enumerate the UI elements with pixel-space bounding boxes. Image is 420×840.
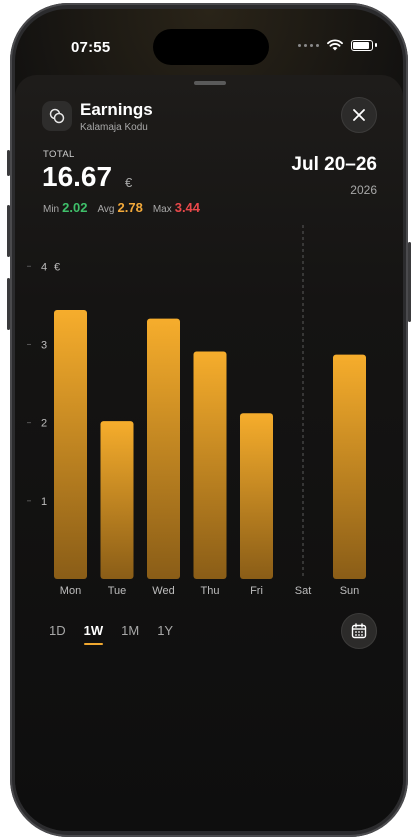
date-year: 2026 — [350, 183, 377, 197]
bar-tue[interactable] — [100, 421, 134, 579]
stat-avg: Avg 2.78 — [97, 200, 142, 215]
bar-wed[interactable] — [147, 318, 180, 579]
stat-min-value: 2.02 — [62, 200, 88, 215]
coins-icon — [42, 101, 72, 131]
battery-cap — [375, 43, 377, 47]
range-1w[interactable]: 1W — [83, 623, 103, 645]
sheet-grabber[interactable] — [194, 81, 226, 85]
x-tick-label: Tue — [108, 585, 127, 597]
close-icon — [353, 109, 365, 121]
y-tick-label: 4 — [41, 261, 47, 273]
date-range: Jul 20–26 — [291, 154, 377, 175]
range-1m[interactable]: 1M — [121, 623, 139, 642]
stat-avg-value: 2.78 — [117, 200, 143, 215]
earnings-sheet: Earnings Kalamaja Kodu TOTAL 16.67 € Jul… — [15, 75, 403, 831]
range-selector: 1D 1W 1M 1Y — [49, 623, 173, 645]
phone-volume-down — [7, 278, 10, 330]
bar-mon[interactable] — [54, 310, 87, 579]
y-unit-label: € — [54, 261, 60, 273]
y-tick-label: 3 — [41, 339, 47, 351]
stat-max-label: Max — [152, 204, 172, 215]
page-subtitle: Kalamaja Kodu — [80, 122, 148, 133]
stat-min: Min 2.02 — [43, 200, 87, 215]
x-tick-label: Sun — [340, 585, 360, 597]
x-tick-label: Sat — [295, 585, 312, 597]
total-value: 16.67 — [42, 161, 113, 192]
phone-volume-up — [7, 205, 10, 257]
calendar-icon — [351, 623, 367, 639]
battery-icon — [351, 39, 373, 51]
x-tick-label: Wed — [152, 585, 174, 597]
phone-power-button — [408, 242, 411, 322]
total-label: TOTAL — [43, 149, 75, 160]
bar-thu[interactable] — [193, 351, 227, 579]
stat-min-label: Min — [43, 204, 60, 215]
y-tick-label: 1 — [41, 496, 47, 508]
status-icons — [298, 39, 377, 51]
phone-action-button — [7, 150, 10, 176]
page-title: Earnings — [80, 100, 153, 119]
x-tick-label: Mon — [60, 585, 81, 597]
total-currency: € — [125, 175, 133, 190]
dynamic-island — [153, 29, 269, 65]
x-tick-label: Thu — [201, 585, 220, 597]
screen: 07:55 Earnings Kalamaja Kodu TOTAL 16.67 — [15, 9, 403, 831]
x-tick-label: Fri — [250, 585, 263, 597]
stat-avg-label: Avg — [97, 204, 115, 215]
status-time: 07:55 — [71, 39, 111, 56]
y-tick-label: 2 — [41, 418, 47, 430]
wifi-icon — [327, 39, 343, 51]
stats-row: Min 2.02 Avg 2.78 Max 3.44 — [43, 200, 200, 215]
signal-icon — [298, 43, 319, 47]
range-1d[interactable]: 1D — [49, 623, 66, 642]
bar-fri[interactable] — [240, 413, 273, 579]
close-button[interactable] — [341, 97, 377, 133]
bar-sun[interactable] — [333, 354, 366, 579]
calendar-button[interactable] — [341, 613, 377, 649]
range-1y[interactable]: 1Y — [157, 623, 173, 642]
stat-max: Max 3.44 — [153, 200, 200, 215]
stat-max-value: 3.44 — [174, 200, 201, 215]
